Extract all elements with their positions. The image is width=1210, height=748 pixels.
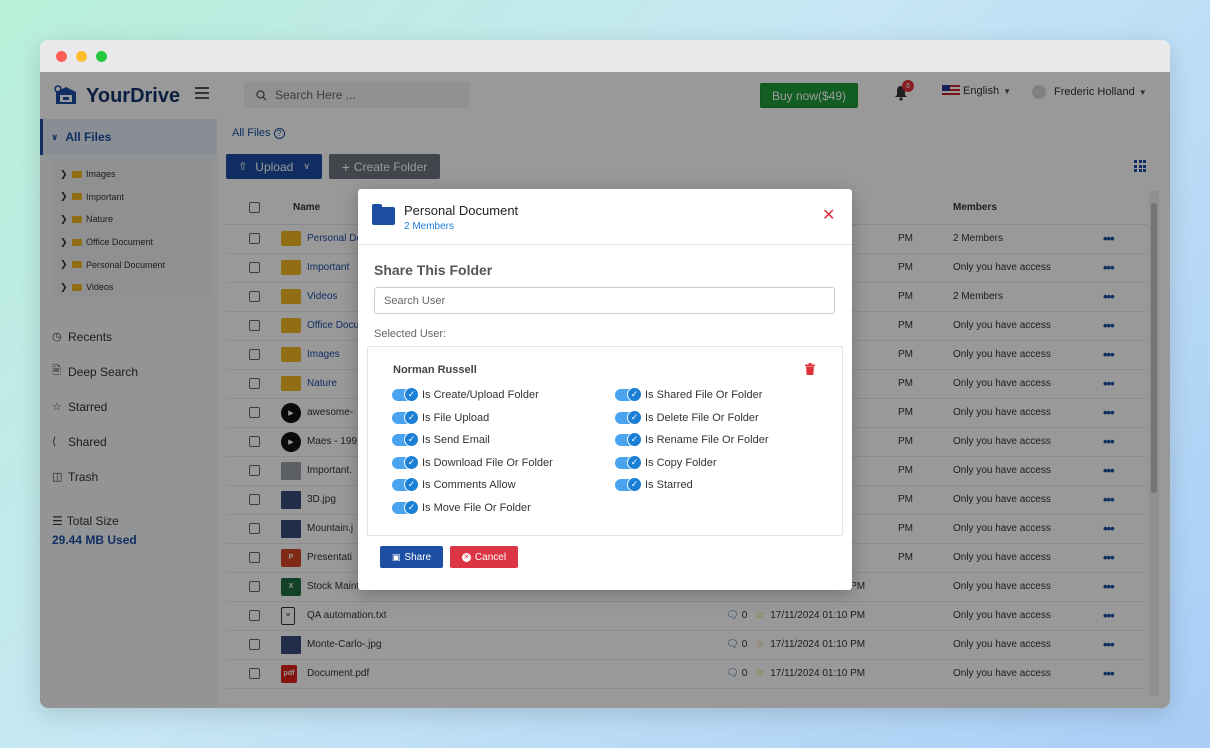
toggle-switch[interactable]: ✓ [392,387,419,402]
app: YourDrive Buy now($49) 6 English ▼ [40,72,1170,708]
selected-user-name: Norman Russell [393,364,477,376]
toggle-switch[interactable]: ✓ [392,500,419,515]
permission-label: Is Send Email [422,434,490,447]
maximize-window-dot[interactable] [96,51,107,62]
permission-label: Is File Upload [422,411,490,424]
check-icon: ✓ [627,432,642,448]
permission-toggle-row[interactable]: ✓ Is Comments Allow [392,477,516,493]
permission-label: Is Copy Folder [645,456,717,469]
check-icon: ✓ [627,454,642,470]
modal-folder-name: Personal Document [404,203,519,218]
toggle-switch[interactable]: ✓ [615,387,642,402]
permission-label: Is Shared File Or Folder [645,389,763,401]
check-icon: ✓ [404,409,419,425]
toggle-switch[interactable]: ✓ [615,409,642,425]
permission-toggle-row[interactable]: ✓ Is Send Email [392,432,490,448]
check-icon: ✓ [404,500,419,515]
permission-label: Is Delete File Or Folder [645,411,759,424]
permission-toggle-row[interactable]: ✓ Is File Upload [392,409,490,425]
toggle-switch[interactable]: ✓ [392,477,419,493]
check-icon: ✓ [404,454,419,470]
permission-toggle-row[interactable]: ✓ Is Move File Or Folder [392,500,531,515]
cancel-circle-icon: ✕ [461,552,471,562]
check-icon: ✓ [404,477,419,493]
close-window-dot[interactable] [56,51,67,62]
check-icon: ✓ [627,409,642,425]
permission-toggle-row[interactable]: ✓ Is Delete File Or Folder [615,409,759,425]
check-icon: ✓ [627,387,642,402]
toggle-switch[interactable]: ✓ [615,432,642,448]
app-window: YourDrive Buy now($49) 6 English ▼ [40,40,1170,708]
permission-toggle-row[interactable]: ✓ Is Starred [615,477,693,493]
modal-header: Personal Document 2 Members ✕ [358,189,852,245]
window-titlebar [40,40,1170,72]
permission-label: Is Create/Upload Folder [422,389,539,401]
permission-label: Is Move File Or Folder [422,502,531,514]
permission-label: Is Starred [645,479,693,492]
check-icon: ✓ [627,477,642,493]
toggle-switch[interactable]: ✓ [392,454,419,470]
selected-user-label: Selected User: [374,328,447,340]
selected-user-card: Norman Russell ✓ Is Create/Upload Folder ✓… [367,346,843,536]
permission-toggle-row[interactable]: ✓ Is Download File Or Folder [392,454,553,470]
folder-icon [372,204,395,225]
permission-toggle-row[interactable]: ✓ Is Create/Upload Folder [392,387,539,402]
modal-members-count[interactable]: 2 Members [404,221,454,232]
minimize-window-dot[interactable] [76,51,87,62]
toggle-switch[interactable]: ✓ [392,409,419,425]
permission-toggle-row[interactable]: ✓ Is Rename File Or Folder [615,432,769,448]
share-button[interactable]: ▣ Share [380,546,443,568]
permission-label: Is Comments Allow [422,479,516,492]
close-icon[interactable]: ✕ [822,208,835,224]
cancel-label: Cancel [474,551,507,563]
cancel-button[interactable]: ✕ Cancel [450,546,518,568]
permission-label: Is Rename File Or Folder [645,434,769,447]
check-icon: ✓ [404,387,419,402]
toggle-switch[interactable]: ✓ [392,432,419,448]
share-label: Share [404,551,432,563]
search-user-input[interactable] [374,287,835,314]
save-icon: ▣ [391,551,401,562]
delete-user-icon[interactable] [805,363,815,375]
permission-toggle-row[interactable]: ✓ Is Shared File Or Folder [615,387,763,402]
check-icon: ✓ [404,432,419,448]
modal-heading: Share This Folder [374,262,493,278]
share-folder-modal: Personal Document 2 Members ✕ Share This… [358,189,852,590]
toggle-switch[interactable]: ✓ [615,454,642,470]
permission-toggle-row[interactable]: ✓ Is Copy Folder [615,454,717,470]
toggle-switch[interactable]: ✓ [615,477,642,493]
permission-label: Is Download File Or Folder [422,456,553,469]
